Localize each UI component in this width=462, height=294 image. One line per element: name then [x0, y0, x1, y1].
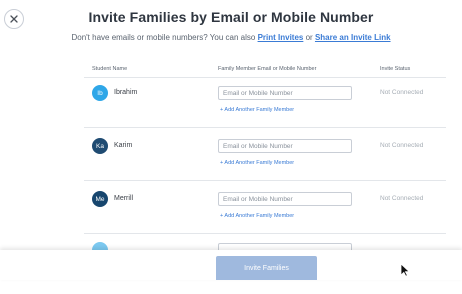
status-badge: Not Connected — [380, 195, 424, 202]
student-name: Karim — [114, 142, 133, 149]
add-family-member-link[interactable]: + Add Another Family Member — [220, 107, 294, 113]
subtitle-text: Don't have emails or mobile numbers? You… — [71, 33, 256, 42]
add-family-member-link[interactable]: + Add Another Family Member — [220, 213, 294, 219]
header-divider — [84, 77, 446, 78]
student-name: Merrill — [114, 195, 134, 202]
modal-subtitle: Don't have emails or mobile numbers? You… — [0, 33, 462, 42]
row-divider — [84, 180, 446, 181]
contact-header: Family Member Email or Mobile Number — [218, 66, 317, 72]
contact-input[interactable] — [218, 86, 352, 100]
status-header: Invite Status — [380, 66, 411, 72]
student-name-header: Student Name — [92, 66, 128, 72]
modal-footer: Invite Families — [0, 250, 462, 280]
table-row: Me Merrill + Add Another Family Member N… — [0, 191, 462, 243]
contact-input[interactable] — [218, 139, 352, 153]
contact-input[interactable] — [218, 192, 352, 206]
mouse-pointer-icon — [400, 263, 410, 277]
share-invite-link[interactable]: Share an Invite Link — [315, 33, 391, 42]
print-invites-link[interactable]: Print Invites — [258, 33, 304, 42]
subtitle-or: or — [305, 33, 313, 42]
table-row: Ka Karim + Add Another Family Member Not… — [0, 138, 462, 190]
student-name: Ibrahim — [114, 89, 138, 96]
table-row: Ib Ibrahim + Add Another Family Member N… — [0, 85, 462, 137]
avatar: Ib — [92, 85, 108, 101]
status-badge: Not Connected — [380, 89, 424, 96]
row-divider — [84, 127, 446, 128]
avatar: Me — [92, 191, 108, 207]
invite-families-button[interactable]: Invite Families — [216, 256, 317, 280]
add-family-member-link[interactable]: + Add Another Family Member — [220, 160, 294, 166]
avatar: Ka — [92, 138, 108, 154]
status-badge: Not Connected — [380, 142, 424, 149]
row-divider — [84, 233, 446, 234]
modal-title: Invite Families by Email or Mobile Numbe… — [88, 9, 374, 25]
